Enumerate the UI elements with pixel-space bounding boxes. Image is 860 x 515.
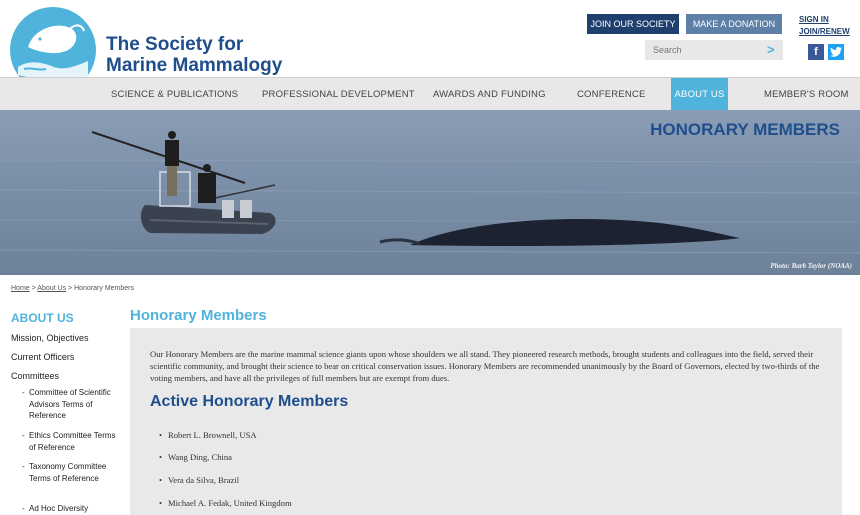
list-item: • Robert L. Brownell, USA bbox=[159, 430, 257, 440]
sidebar-nav: ABOUT US Mission, Objectives Current Off… bbox=[11, 311, 121, 513]
sidebar-item-mission[interactable]: Mission, Objectives bbox=[11, 333, 89, 343]
sidebar-subitem-csa[interactable]: - Committee of Scientific Advisors Terms… bbox=[22, 387, 117, 422]
bullet-icon: • bbox=[159, 475, 163, 485]
site-title-line2: Marine Mammalogy bbox=[106, 55, 283, 76]
nav-item-members-room[interactable]: MEMBER'S ROOM bbox=[764, 78, 849, 111]
member-name: Wang Ding, China bbox=[168, 452, 232, 462]
breadcrumb-separator: > bbox=[68, 285, 73, 292]
page-title: Honorary Members bbox=[130, 307, 267, 324]
breadcrumb: Home > About Us > Honorary Members bbox=[11, 285, 134, 292]
bullet-icon: • bbox=[159, 498, 163, 508]
breadcrumb-home[interactable]: Home bbox=[11, 285, 30, 292]
member-name: Robert L. Brownell, USA bbox=[168, 430, 257, 440]
make-donation-button[interactable]: MAKE A DONATION bbox=[686, 14, 782, 34]
bullet-icon: • bbox=[159, 430, 163, 440]
site-title-line1: The Society for bbox=[106, 34, 244, 55]
photo-credit: Photo: Barb Taylor (NOAA) bbox=[770, 262, 852, 270]
sidebar-title: ABOUT US bbox=[11, 311, 74, 325]
sidebar-item-committees[interactable]: Committees bbox=[11, 371, 59, 381]
main-navigation: SCIENCE & PUBLICATIONS PROFESSIONAL DEVE… bbox=[0, 77, 860, 111]
member-name: Michael A. Fedak, United Kingdom bbox=[168, 498, 292, 508]
site-title[interactable]: The Society for Marine Mammalogy bbox=[106, 34, 282, 76]
site-header: The Society for Marine Mammalogy JOIN OU… bbox=[0, 0, 860, 93]
sidebar-subitem-ethics[interactable]: - Ethics Committee Terms of Reference bbox=[22, 430, 117, 453]
join-renew-link[interactable]: JOIN/RENEW bbox=[799, 27, 850, 36]
search-input[interactable] bbox=[645, 40, 763, 60]
hero-banner: HONORARY MEMBERS Photo: Barb Taylor (NOA… bbox=[0, 110, 860, 275]
sidebar-subitem-label: Ad Hoc Diversity bbox=[29, 504, 89, 513]
bullet-icon: • bbox=[159, 452, 163, 462]
nav-item-awards-funding[interactable]: AWARDS AND FUNDING bbox=[433, 78, 546, 111]
member-name: Vera da Silva, Brazil bbox=[168, 475, 240, 485]
hero-title: HONORARY MEMBERS bbox=[650, 120, 840, 139]
sidebar-subitem-label: Taxonomy Committee Terms of Reference bbox=[29, 462, 107, 483]
sidebar-item-current-officers[interactable]: Current Officers bbox=[11, 352, 74, 362]
content-panel: Our Honorary Members are the marine mamm… bbox=[130, 328, 842, 515]
section-heading: Active Honorary Members bbox=[150, 393, 349, 410]
nav-item-about-us[interactable]: ABOUT US bbox=[671, 78, 728, 111]
list-item: • Vera da Silva, Brazil bbox=[159, 475, 240, 485]
twitter-icon[interactable] bbox=[828, 44, 844, 60]
intro-paragraph: Our Honorary Members are the marine mamm… bbox=[150, 349, 820, 383]
nav-item-conference[interactable]: CONFERENCE bbox=[577, 78, 646, 111]
search-submit-icon[interactable]: > bbox=[767, 42, 775, 57]
sidebar-subitem-taxonomy[interactable]: - Taxonomy Committee Terms of Reference bbox=[22, 461, 117, 484]
sidebar-subitem-diversity[interactable]: - Ad Hoc Diversity bbox=[22, 503, 117, 515]
sidebar-subitem-label: Committee of Scientific Advisors Terms o… bbox=[29, 388, 111, 420]
join-society-button[interactable]: JOIN OUR SOCIETY bbox=[587, 14, 679, 34]
facebook-icon[interactable]: f bbox=[808, 44, 824, 60]
sidebar-subitem-label: Ethics Committee Terms of Reference bbox=[29, 431, 116, 452]
list-item: • Michael A. Fedak, United Kingdom bbox=[159, 498, 292, 508]
nav-item-science-publications[interactable]: SCIENCE & PUBLICATIONS bbox=[111, 78, 238, 111]
breadcrumb-current: Honorary Members bbox=[74, 285, 135, 292]
sign-in-link[interactable]: SIGN IN bbox=[799, 15, 829, 24]
search-bar: > bbox=[645, 40, 783, 60]
list-item: • Wang Ding, China bbox=[159, 452, 232, 462]
breadcrumb-about-us[interactable]: About Us bbox=[37, 285, 66, 292]
breadcrumb-separator: > bbox=[31, 285, 36, 292]
nav-item-professional-development[interactable]: PROFESSIONAL DEVELOPMENT bbox=[262, 78, 415, 111]
